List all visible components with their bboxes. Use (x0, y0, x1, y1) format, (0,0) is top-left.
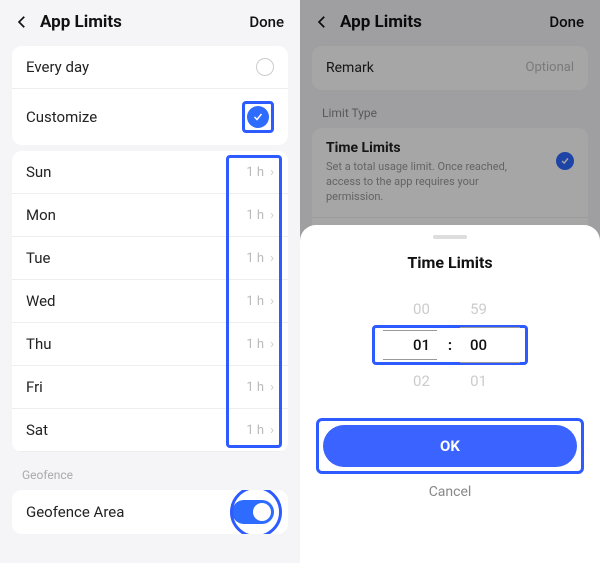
limit-type-section-label: Limit Type (300, 96, 600, 122)
highlight-box (242, 101, 274, 133)
chevron-right-icon: › (270, 251, 274, 266)
sheet-handle-icon[interactable] (433, 235, 467, 239)
minutes-next: 01 (470, 372, 487, 390)
geofence-toggle[interactable] (232, 500, 274, 524)
chevron-right-icon: › (270, 337, 274, 352)
left-header: App Limits Done (0, 0, 300, 40)
cancel-button[interactable]: Cancel (429, 484, 472, 500)
radio-checked-icon[interactable] (247, 106, 269, 128)
day-row-sat[interactable]: Sat 1 h› (12, 409, 288, 452)
ok-highlight: OK (316, 418, 584, 474)
left-pane: App Limits Done Every day Customize Sun … (0, 0, 300, 563)
ok-button[interactable]: OK (323, 425, 577, 467)
geofence-label: Geofence Area (26, 503, 124, 521)
geofence-card: Geofence Area (12, 490, 288, 534)
right-header: App Limits Done (300, 0, 600, 40)
day-row-fri[interactable]: Fri 1 h› (12, 366, 288, 409)
customize-label: Customize (26, 108, 97, 126)
day-row-wed[interactable]: Wed 1 h› (12, 280, 288, 323)
minutes-prev: 59 (470, 300, 487, 318)
every-day-row[interactable]: Every day (12, 46, 288, 89)
geofence-row[interactable]: Geofence Area (12, 490, 288, 534)
right-pane: App Limits Done Remark Optional Limit Ty… (300, 0, 600, 563)
days-card: Sun 1 h› Mon 1 h› Tue 1 h› Wed 1 h› Thu … (12, 151, 288, 452)
chevron-right-icon: › (270, 380, 274, 395)
chevron-right-icon: › (270, 165, 274, 180)
every-day-label: Every day (26, 58, 89, 76)
back-icon[interactable] (12, 12, 32, 32)
hours-next: 02 (413, 372, 430, 390)
done-button[interactable]: Done (249, 13, 284, 31)
day-row-sun[interactable]: Sun 1 h› (12, 151, 288, 194)
done-button[interactable]: Done (549, 13, 584, 31)
remark-row[interactable]: Remark Optional (312, 46, 588, 90)
radio-unchecked-icon[interactable] (256, 58, 274, 76)
day-row-mon[interactable]: Mon 1 h› (12, 194, 288, 237)
toggle-knob-icon (253, 503, 271, 521)
page-title: App Limits (340, 12, 422, 32)
time-limits-desc: Set a total usage limit. Once reached, a… (326, 160, 536, 205)
schedule-mode-card: Every day Customize (12, 46, 288, 145)
day-row-thu[interactable]: Thu 1 h› (12, 323, 288, 366)
customize-row[interactable]: Customize (12, 89, 288, 145)
time-picker-sheet: Time Limits 00 01 02 : 59 00 01 OK Cance… (300, 225, 600, 563)
time-limits-row[interactable]: Time Limits Set a total usage limit. Onc… (312, 128, 588, 218)
geofence-section-label: Geofence (0, 458, 300, 484)
sheet-title: Time Limits (407, 253, 492, 272)
remark-label: Remark (326, 60, 374, 76)
hours-prev: 00 (413, 300, 430, 318)
chevron-right-icon: › (270, 423, 274, 438)
day-row-tue[interactable]: Tue 1 h› (12, 237, 288, 280)
remark-placeholder: Optional (526, 60, 574, 76)
chevron-right-icon: › (270, 208, 274, 223)
remark-card: Remark Optional (312, 46, 588, 90)
picker-underline-right (372, 325, 528, 365)
page-title: App Limits (40, 12, 122, 32)
time-picker[interactable]: 00 01 02 : 59 00 01 (316, 300, 584, 390)
back-icon[interactable] (312, 12, 332, 32)
time-limits-title: Time Limits (326, 140, 536, 156)
chevron-right-icon: › (270, 294, 274, 309)
check-icon (556, 152, 574, 170)
